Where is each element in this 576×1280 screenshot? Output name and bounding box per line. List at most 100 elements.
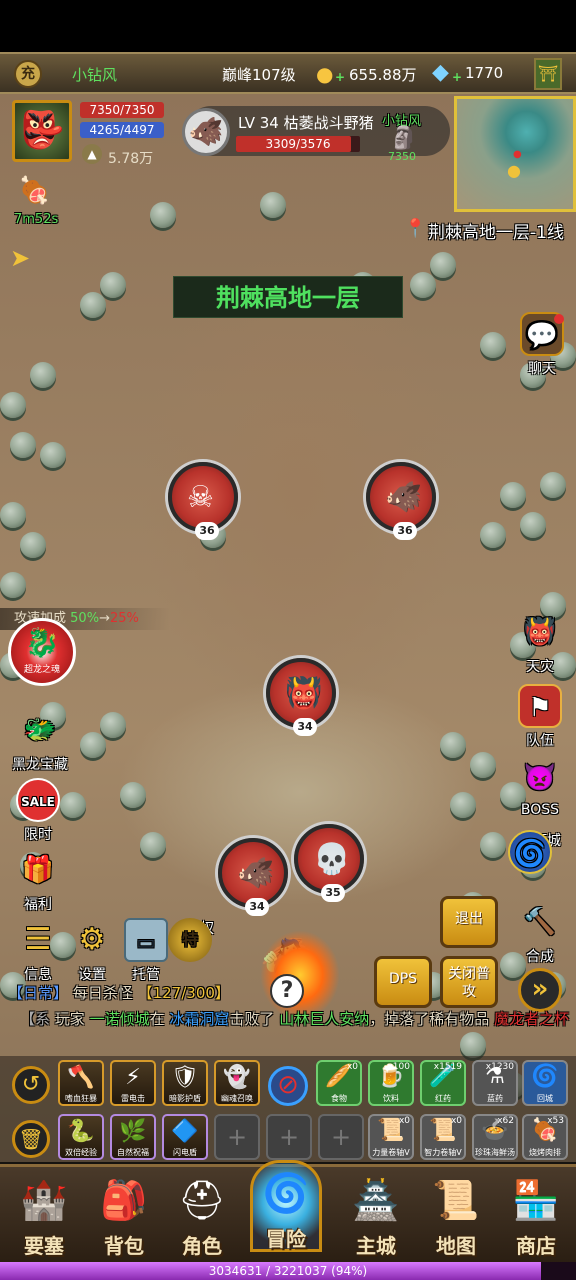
welfare-button[interactable]: 🎁 福利 xyxy=(6,848,70,914)
empty-skill-slot[interactable]: + xyxy=(266,1114,312,1160)
enemy-level: 34 xyxy=(293,718,317,736)
player-avatar[interactable]: 👺 xyxy=(12,100,72,162)
add-diamond-icon[interactable]: + xyxy=(452,70,462,84)
black-dragon-treasure-button[interactable]: 🐲 黑龙宝藏 xyxy=(4,708,76,774)
item-slot[interactable]: x1230 ⚗ 蓝药 xyxy=(472,1060,518,1106)
skill-slot[interactable]: ⚡ 雷电击 xyxy=(110,1060,156,1106)
team-button[interactable]: ⚑ 队伍 xyxy=(508,684,572,750)
item-slot[interactable]: x100 🍺 饮料 xyxy=(368,1060,414,1106)
empty-skill-slot[interactable]: + xyxy=(214,1114,260,1160)
skill-slot[interactable]: 🐍 双倍经验 xyxy=(58,1114,104,1160)
nav-3[interactable]: 🌀 冒险 xyxy=(250,1160,322,1252)
enemy-node-skeleton[interactable]: ☠ 36 xyxy=(168,462,238,540)
skill-slot[interactable]: 🛡 暗影护盾 xyxy=(162,1060,208,1106)
trash-icon[interactable]: 🗑 xyxy=(12,1120,50,1158)
skill-slot[interactable]: 👻 幽魂召唤 xyxy=(214,1060,260,1106)
party-member-avatar[interactable]: 🗿 xyxy=(388,126,420,152)
target-portrait[interactable]: 🐗 xyxy=(182,108,230,156)
skeleton-icon: 💀 xyxy=(313,842,351,877)
dungeon-button[interactable]: 🌀 地下城 xyxy=(508,830,572,874)
dragon-soul-button[interactable]: 🐉 超龙之魂 xyxy=(8,618,76,686)
limited-time-button[interactable]: SALE 限时 xyxy=(6,778,70,844)
skill-slot[interactable]: 🌿 自然祝福 xyxy=(110,1114,156,1160)
boar-icon: 🐗 xyxy=(385,480,423,515)
nav-0[interactable]: 🏰 要塞 xyxy=(8,1170,80,1262)
boss-button[interactable]: 👿 BOSS xyxy=(508,756,572,818)
swap-skills-icon[interactable]: ↺ xyxy=(12,1066,50,1104)
sale-icon: SALE xyxy=(16,778,60,822)
meat-buff-icon[interactable]: 🍖 xyxy=(18,176,50,206)
daily-quest[interactable]: 【日常】 每日杀怪 【127/300】 xyxy=(8,982,230,1003)
nav-icon: 🏯 xyxy=(352,1178,400,1222)
boss-label: BOSS xyxy=(520,802,560,818)
skill-slot[interactable]: 🪓 嗜血狂暴 xyxy=(58,1060,104,1106)
nav-5[interactable]: 📜 地图 xyxy=(420,1170,492,1262)
party-member-value: 7350 xyxy=(388,150,416,163)
skill-name: 雷电击 xyxy=(121,1094,145,1103)
item-slot[interactable]: x0 🥖 食物 xyxy=(316,1060,362,1106)
craft-button[interactable]: 🔨 合成 xyxy=(508,900,572,966)
enemy-node-boar[interactable]: 🐗 34 xyxy=(218,838,288,916)
chat-label: 聊天 xyxy=(528,361,556,377)
question-bubble-icon[interactable]: ? xyxy=(270,974,304,1008)
msg-player: 一诺倾城 xyxy=(89,1010,150,1028)
item-slot[interactable]: x53 🍖 烧烤肉排 xyxy=(522,1114,568,1160)
power-icon: ▲ xyxy=(82,144,102,164)
disable-skill-icon[interactable]: ⊘ xyxy=(268,1066,308,1106)
dragon-soul-label: 超龙之魂 xyxy=(23,665,60,675)
peak-rank: 巅峰107级 xyxy=(222,66,296,84)
item-slot[interactable]: x0 📜 力量卷轴V xyxy=(368,1114,414,1160)
minimap-enemy-marker: ● xyxy=(513,149,522,160)
item-slot[interactable]: x62 🍲 珍珠海鲜汤 xyxy=(472,1114,518,1160)
enemy-node-wild-man[interactable]: 👹 34 xyxy=(266,658,336,736)
buff-arrow: → xyxy=(99,611,110,626)
empty-item-slot[interactable]: + xyxy=(318,1114,364,1160)
skill-slot[interactable]: 🔷 闪电盾 xyxy=(162,1114,208,1160)
item-slot[interactable]: x0 📜 智力卷轴V xyxy=(420,1114,466,1160)
skill-name: 暗影护盾 xyxy=(169,1094,201,1103)
chat-button[interactable]: 💬 聊天 xyxy=(510,312,574,378)
tree xyxy=(10,432,36,458)
msg-boss: 山林巨人安纳 xyxy=(279,1010,370,1028)
gold-amount: 655.88万 xyxy=(349,66,417,84)
nav-icon: ⛑ xyxy=(177,1178,227,1222)
fast-forward-icon[interactable]: » xyxy=(518,968,562,1012)
tree xyxy=(480,522,506,548)
item-count: x0 xyxy=(346,1062,358,1072)
minimap[interactable]: ● ● xyxy=(454,96,576,212)
buff-timer: 7m52s xyxy=(14,212,59,227)
monitor-icon: ▭ xyxy=(124,918,168,962)
tree xyxy=(100,712,126,738)
diamond-amount: 1770 xyxy=(465,64,504,82)
nav-2[interactable]: ⛑ 角色 xyxy=(166,1170,238,1262)
enemy-node-skeleton[interactable]: 💀 35 xyxy=(294,824,364,902)
exit-button[interactable]: 退出 xyxy=(440,896,498,948)
skill-name: 嗜血狂暴 xyxy=(65,1094,97,1103)
tree xyxy=(0,502,26,528)
item-slot[interactable]: x1519 🧪 红药 xyxy=(420,1060,466,1106)
add-gold-icon[interactable]: + xyxy=(335,70,345,84)
close-auto-attack-button[interactable]: 关闭普攻 xyxy=(440,956,498,1008)
enemy-node-boar[interactable]: 🐗 36 xyxy=(366,462,436,540)
tree xyxy=(0,392,26,418)
tree xyxy=(140,832,166,858)
vip-icon[interactable]: 充 xyxy=(14,60,42,88)
boar-icon: 🐗 xyxy=(237,856,275,891)
enemy-level: 36 xyxy=(195,522,219,540)
expand-arrow-icon[interactable]: ➤ xyxy=(10,244,30,272)
tree xyxy=(480,832,506,858)
chat-notification-dot xyxy=(554,314,564,324)
shadow-skill-icon: 🛡 xyxy=(171,1065,199,1090)
nav-4[interactable]: 🏯 主城 xyxy=(340,1170,412,1262)
privilege-button[interactable]: 特 特权 xyxy=(168,918,232,962)
craft-label: 合成 xyxy=(526,949,554,965)
nav-1[interactable]: 🎒 背包 xyxy=(88,1170,160,1262)
axe-skill-icon: 🪓 xyxy=(67,1065,95,1090)
nav-6[interactable]: 🏪 商店 xyxy=(500,1170,572,1262)
item-slot[interactable]: 🌀 回城 xyxy=(522,1060,568,1106)
hammer-icon: 🔨 xyxy=(523,907,557,937)
totem-icon[interactable]: ⛩ xyxy=(534,58,562,90)
location-label: 荆棘高地一层-1线 xyxy=(428,223,564,243)
dps-button[interactable]: DPS xyxy=(374,956,432,1008)
disaster-button[interactable]: 👹 天灾 xyxy=(508,610,572,676)
